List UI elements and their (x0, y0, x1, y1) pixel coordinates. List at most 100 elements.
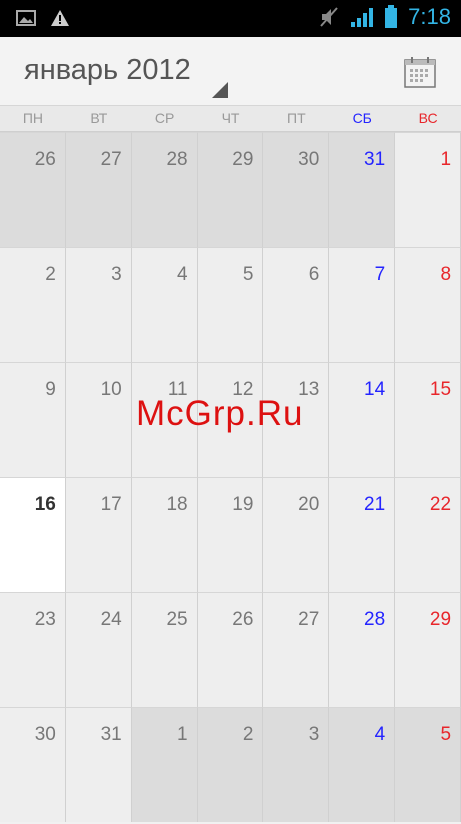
day-number: 2 (45, 264, 56, 285)
day-cell[interactable]: 26 (0, 132, 66, 247)
weekday-thu: ЧТ (221, 110, 240, 126)
day-number: 1 (440, 149, 452, 170)
day-cell[interactable]: 31 (329, 132, 396, 247)
day-number: 19 (232, 494, 254, 515)
day-number: 31 (100, 724, 122, 745)
day-number: 15 (429, 379, 452, 400)
day-number: 25 (166, 609, 188, 630)
calendar-today-icon[interactable] (404, 56, 436, 88)
day-cell[interactable]: 5 (395, 707, 461, 822)
day-cell[interactable]: 1 (395, 132, 461, 247)
day-cell[interactable]: 25 (131, 592, 198, 707)
day-number: 22 (429, 494, 452, 515)
day-cell[interactable]: 28 (329, 592, 396, 707)
day-cell[interactable]: 31 (65, 707, 132, 822)
status-bar: 7:18 (0, 0, 461, 37)
day-number: 17 (100, 494, 122, 515)
day-cell[interactable]: 30 (263, 132, 330, 247)
day-cell[interactable]: 8 (395, 247, 461, 362)
day-cell[interactable]: 3 (263, 707, 330, 822)
day-number: 10 (100, 379, 122, 400)
week-row: 23 24 25 26 27 28 29 (0, 592, 461, 707)
battery-icon (385, 5, 398, 28)
day-cell[interactable]: 2 (0, 247, 66, 362)
day-number: 3 (111, 264, 122, 285)
week-row: 30 31 1 2 3 4 5 (0, 707, 461, 822)
day-number: 4 (374, 724, 386, 745)
picture-icon (16, 10, 36, 26)
week-row: 26 27 28 29 30 31 1 (0, 132, 461, 247)
weekday-sun: ВС (418, 110, 438, 126)
day-number: 29 (232, 149, 254, 170)
weekday-tue: ВТ (90, 110, 108, 126)
day-cell[interactable]: 4 (329, 707, 396, 822)
day-cell[interactable]: 19 (197, 477, 264, 592)
day-number: 30 (34, 724, 56, 745)
clock: 7:18 (408, 4, 451, 29)
day-cell[interactable]: 10 (65, 362, 132, 477)
action-bar: январь 2012 (0, 37, 461, 106)
day-cell[interactable]: 28 (131, 132, 198, 247)
day-number: 27 (100, 149, 122, 170)
day-number: 21 (364, 494, 386, 515)
day-cell[interactable]: 21 (329, 477, 396, 592)
mute-icon (320, 7, 338, 27)
day-number: 6 (308, 264, 320, 285)
day-number: 26 (34, 149, 56, 170)
day-number: 8 (440, 264, 452, 285)
day-cell[interactable]: 26 (197, 592, 264, 707)
day-number: 4 (177, 264, 188, 285)
day-cell[interactable]: 5 (197, 247, 264, 362)
day-cell[interactable]: 27 (65, 132, 132, 247)
day-number: 28 (364, 609, 386, 630)
day-number: 1 (177, 724, 188, 745)
day-number: 31 (364, 149, 386, 170)
spinner-arrow-icon[interactable] (212, 82, 228, 98)
day-cell[interactable]: 6 (263, 247, 330, 362)
weekday-header: ПН ВТ СР ЧТ ПТ СБ ВС (0, 106, 461, 132)
day-cell[interactable]: 3 (65, 247, 132, 362)
day-cell[interactable]: 4 (131, 247, 198, 362)
day-cell[interactable]: 20 (263, 477, 330, 592)
day-cell[interactable]: 14 (329, 362, 396, 477)
month-spinner[interactable]: январь 2012 (24, 54, 191, 87)
day-number: 16 (34, 494, 56, 515)
day-cell[interactable]: 24 (65, 592, 132, 707)
day-number: 23 (34, 609, 56, 630)
day-number: 5 (242, 264, 254, 285)
weekday-sat: СБ (352, 110, 372, 126)
day-cell[interactable]: 29 (197, 132, 264, 247)
day-cell[interactable]: 22 (395, 477, 461, 592)
day-cell[interactable]: 29 (395, 592, 461, 707)
weekday-fri: ПТ (287, 110, 306, 126)
day-number: 27 (298, 609, 320, 630)
day-cell[interactable]: 17 (65, 477, 132, 592)
day-number: 7 (374, 264, 386, 285)
watermark: McGrp.Ru (136, 394, 304, 433)
day-number: 14 (364, 379, 386, 400)
week-row: 16 17 18 19 20 21 22 (0, 477, 461, 592)
day-cell[interactable]: 18 (131, 477, 198, 592)
day-cell[interactable]: 15 (395, 362, 461, 477)
day-number: 9 (45, 379, 56, 400)
day-cell[interactable]: 23 (0, 592, 66, 707)
day-cell[interactable]: 30 (0, 707, 66, 822)
warning-icon (51, 10, 69, 26)
day-cell[interactable]: 9 (0, 362, 66, 477)
weekday-mon: ПН (22, 110, 44, 126)
day-cell[interactable]: 2 (197, 707, 264, 822)
signal-icon (351, 8, 374, 27)
day-cell-today[interactable]: 16 (0, 477, 66, 592)
day-number: 26 (232, 609, 254, 630)
day-number: 29 (429, 609, 452, 630)
month-grid: 26 27 28 29 30 31 1 2 3 4 5 6 7 8 9 10 11 12 13 14 15 16 17 18 1… (0, 132, 461, 824)
day-number: 3 (308, 724, 320, 745)
day-cell[interactable]: 27 (263, 592, 330, 707)
day-number: 30 (298, 149, 320, 170)
day-cell[interactable]: 1 (131, 707, 198, 822)
weekday-wed: СР (154, 110, 175, 126)
day-cell[interactable]: 7 (329, 247, 396, 362)
day-number: 2 (242, 724, 254, 745)
day-number: 24 (100, 609, 122, 630)
day-number: 20 (298, 494, 320, 515)
